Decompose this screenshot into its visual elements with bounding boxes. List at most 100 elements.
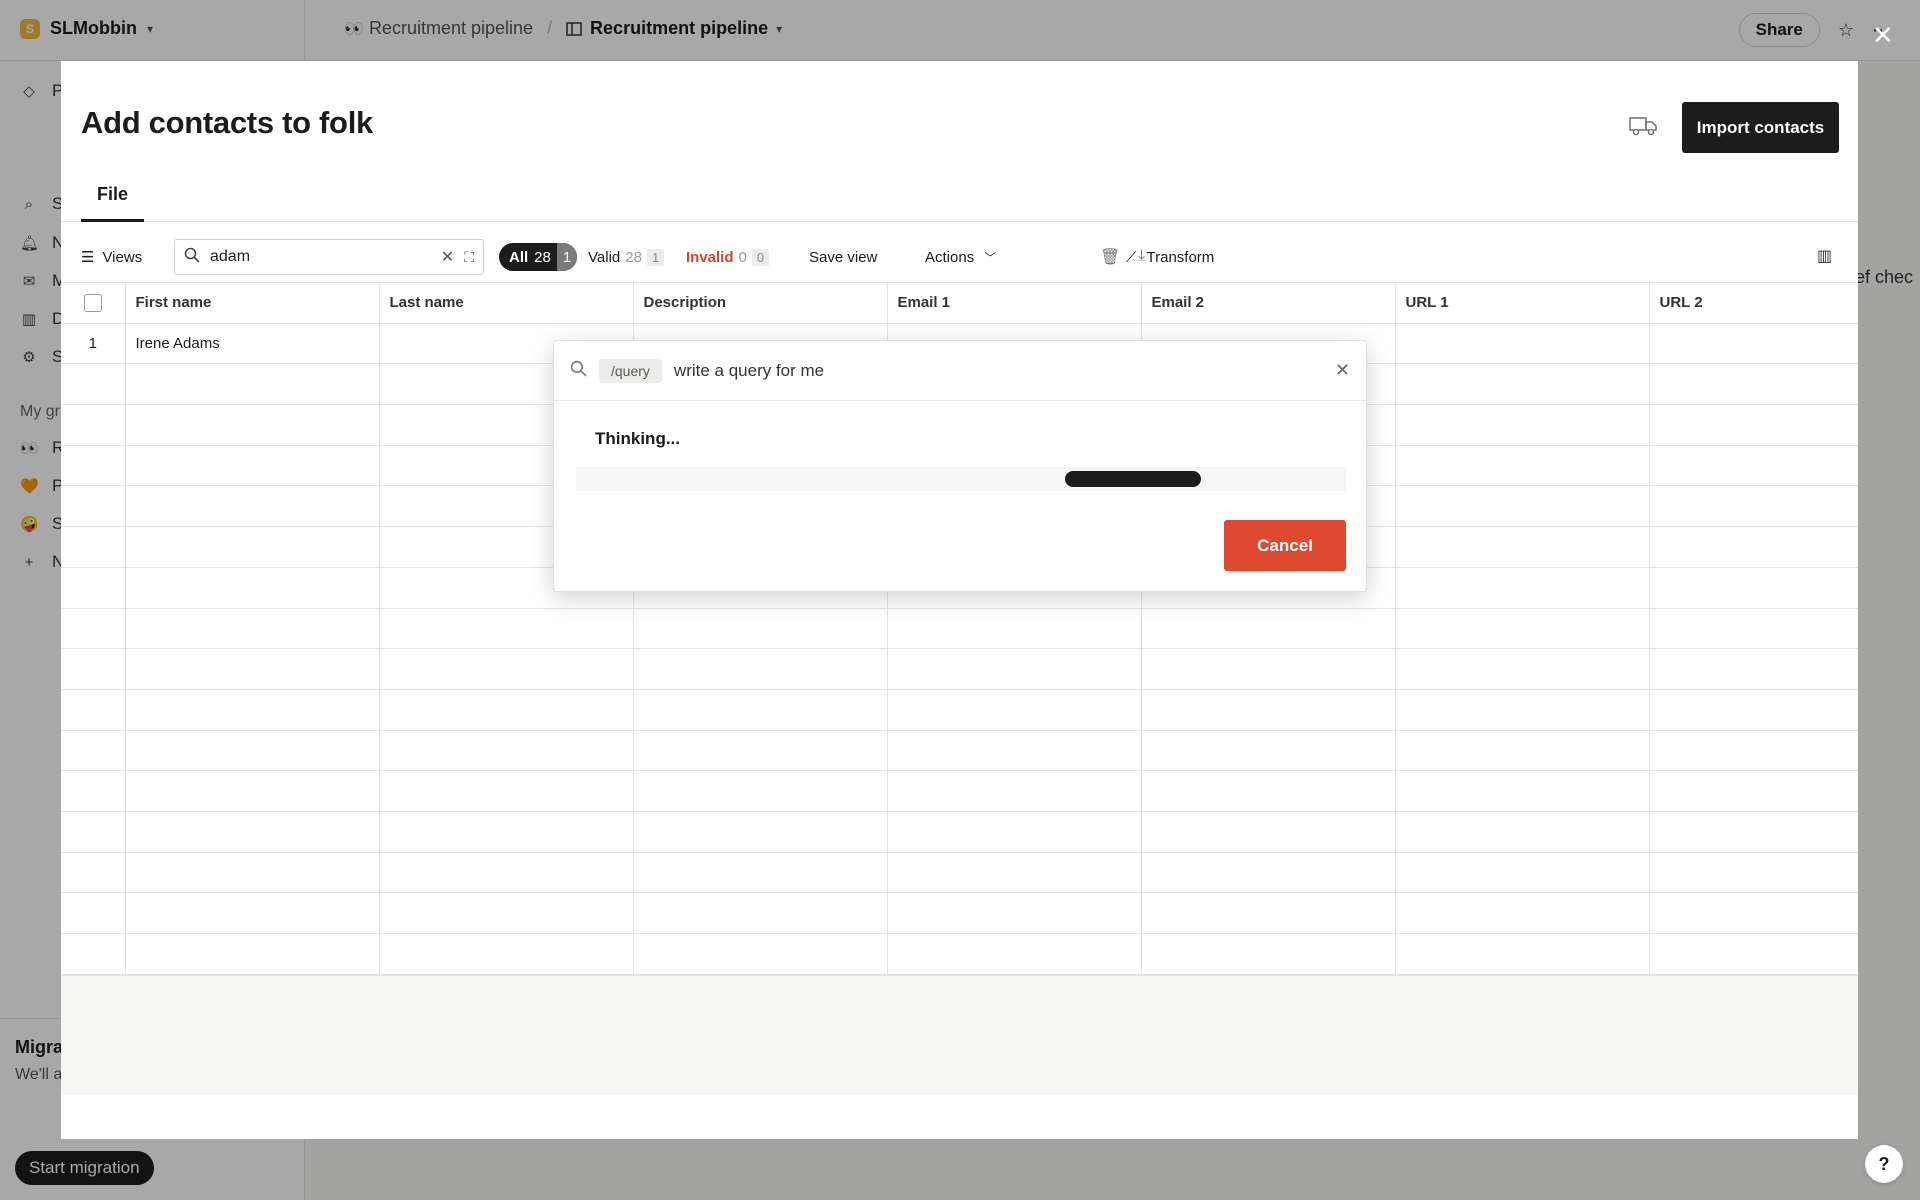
actions-dropdown[interactable]: Actions ﹀	[925, 249, 996, 266]
table-cell[interactable]	[1394, 404, 1650, 446]
select-all-checkbox[interactable]	[61, 282, 126, 324]
table-cell[interactable]	[1648, 648, 1858, 690]
table-cell[interactable]	[378, 729, 634, 772]
table-cell[interactable]	[1648, 770, 1858, 812]
table-cell[interactable]	[124, 851, 380, 894]
table-cell[interactable]	[632, 607, 888, 650]
table-cell[interactable]	[378, 607, 634, 650]
table-cell[interactable]	[1140, 648, 1396, 690]
table-cell[interactable]	[1648, 933, 1858, 975]
close-icon[interactable]: ✕	[1335, 360, 1350, 381]
table-cell[interactable]	[378, 933, 634, 975]
save-view-button[interactable]: Save view	[809, 249, 877, 266]
table-cell[interactable]	[1394, 566, 1650, 609]
table-cell[interactable]	[1394, 770, 1650, 812]
table-cell[interactable]	[886, 688, 1142, 731]
table-cell[interactable]	[1140, 892, 1396, 934]
table-cell[interactable]	[886, 770, 1142, 812]
table-cell[interactable]	[1648, 363, 1858, 406]
table-cell[interactable]	[632, 851, 888, 894]
table-cell[interactable]	[632, 770, 888, 812]
table-cell[interactable]	[632, 688, 888, 731]
table-cell[interactable]	[1648, 607, 1858, 650]
column-header[interactable]: Email 1	[886, 282, 1142, 324]
table-cell[interactable]	[124, 688, 380, 731]
table-row[interactable]	[61, 892, 1858, 934]
views-button[interactable]: ☰ Views	[81, 248, 142, 267]
table-cell[interactable]	[886, 851, 1142, 894]
table-cell[interactable]	[1394, 729, 1650, 772]
table-cell[interactable]	[124, 729, 380, 772]
table-cell[interactable]	[1394, 485, 1650, 528]
column-header[interactable]: URL 1	[1394, 282, 1650, 324]
table-row[interactable]	[61, 729, 1858, 772]
table-cell[interactable]	[124, 485, 380, 528]
table-cell[interactable]	[124, 607, 380, 650]
table-cell[interactable]	[1648, 566, 1858, 609]
table-cell[interactable]	[1394, 607, 1650, 650]
transform-button[interactable]: ⟋ Transform	[1126, 249, 1214, 266]
trash-icon[interactable]: 🗑︎	[1100, 247, 1120, 267]
table-cell[interactable]	[124, 648, 380, 690]
table-cell[interactable]	[124, 892, 380, 934]
table-row[interactable]	[61, 648, 1858, 690]
table-cell[interactable]	[632, 892, 888, 934]
table-cell[interactable]	[1648, 322, 1858, 365]
table-cell[interactable]	[1394, 892, 1650, 934]
columns-icon[interactable]: ▥	[1817, 246, 1832, 266]
table-cell[interactable]	[886, 607, 1142, 650]
import-contacts-button[interactable]: Import contacts	[1682, 102, 1839, 153]
table-cell[interactable]	[124, 526, 380, 568]
table-row[interactable]	[61, 770, 1858, 812]
table-cell[interactable]	[124, 770, 380, 812]
table-cell[interactable]	[378, 892, 634, 934]
close-modal-icon[interactable]: ✕	[1872, 22, 1894, 48]
expand-icon[interactable]: ⛶	[464, 249, 474, 266]
table-cell[interactable]	[886, 933, 1142, 975]
table-row[interactable]	[61, 810, 1858, 853]
table-cell[interactable]	[1648, 729, 1858, 772]
column-header[interactable]: URL 2	[1648, 282, 1858, 324]
table-cell[interactable]	[378, 688, 634, 731]
clear-search-icon[interactable]: ✕	[441, 247, 454, 267]
table-cell[interactable]	[886, 892, 1142, 934]
table-cell[interactable]	[124, 933, 380, 975]
table-cell[interactable]	[124, 810, 380, 853]
table-cell[interactable]	[1140, 770, 1396, 812]
table-row[interactable]	[61, 851, 1858, 894]
table-cell[interactable]	[1648, 444, 1858, 487]
table-cell[interactable]	[1394, 526, 1650, 568]
table-cell[interactable]	[632, 810, 888, 853]
table-cell[interactable]	[1648, 892, 1858, 934]
table-cell[interactable]	[1394, 363, 1650, 406]
table-cell[interactable]	[886, 810, 1142, 853]
cancel-button[interactable]: Cancel	[1224, 520, 1346, 571]
table-row[interactable]	[61, 933, 1858, 975]
table-cell[interactable]	[1394, 933, 1650, 975]
column-header[interactable]: Email 2	[1140, 282, 1396, 324]
table-cell[interactable]: Irene Adams	[124, 322, 380, 365]
palette-input[interactable]: write a query for me	[674, 361, 1323, 381]
table-cell[interactable]	[1648, 404, 1858, 446]
table-cell[interactable]	[124, 363, 380, 406]
table-cell[interactable]	[632, 729, 888, 772]
table-cell[interactable]	[378, 770, 634, 812]
table-cell[interactable]	[1140, 607, 1396, 650]
table-cell[interactable]	[632, 933, 888, 975]
table-cell[interactable]	[1140, 851, 1396, 894]
truck-icon[interactable]	[1628, 113, 1658, 137]
table-cell[interactable]	[1394, 322, 1650, 365]
table-cell[interactable]	[378, 851, 634, 894]
table-row[interactable]	[61, 607, 1858, 650]
table-cell[interactable]	[1140, 688, 1396, 731]
filter-valid[interactable]: Valid 28 1	[588, 249, 665, 266]
table-cell[interactable]	[1648, 688, 1858, 731]
table-cell[interactable]	[886, 729, 1142, 772]
table-cell[interactable]	[1394, 810, 1650, 853]
table-cell[interactable]	[378, 810, 634, 853]
table-cell[interactable]	[1394, 851, 1650, 894]
table-cell[interactable]	[124, 444, 380, 487]
filter-all[interactable]: All 28 1	[499, 243, 578, 271]
table-cell[interactable]	[632, 648, 888, 690]
table-row[interactable]	[61, 688, 1858, 731]
